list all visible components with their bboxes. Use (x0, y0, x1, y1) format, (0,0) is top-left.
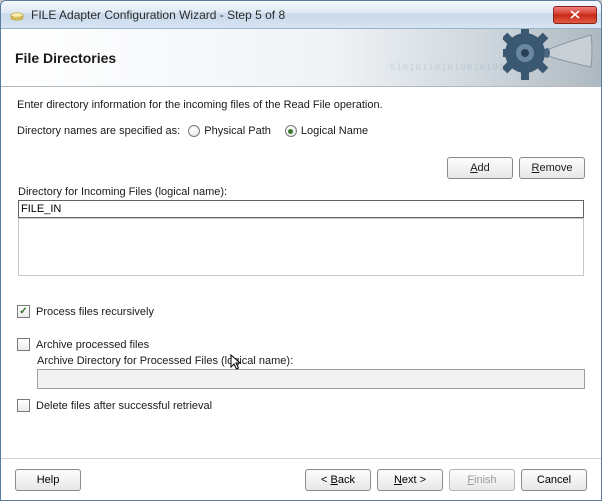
intro-text: Enter directory information for the inco… (17, 99, 585, 111)
titlebar: FILE Adapter Configuration Wizard - Step… (1, 1, 601, 29)
checkbox-icon (17, 338, 30, 351)
checkbox-icon (17, 399, 30, 412)
archive-checkbox-row[interactable]: Archive processed files (17, 338, 585, 351)
radio-icon (188, 125, 200, 137)
recursive-checkbox-row[interactable]: Process files recursively (17, 305, 585, 318)
add-button[interactable]: Add (447, 157, 513, 179)
content-area: Enter directory information for the inco… (1, 87, 601, 458)
wizard-window: FILE Adapter Configuration Wizard - Step… (0, 0, 602, 501)
archive-group: Archive processed files Archive Director… (17, 338, 585, 389)
wizard-footer: Help < Back Next > Finish Cancel (1, 458, 601, 500)
archive-dir-input (37, 369, 585, 389)
incoming-dir-input[interactable] (18, 200, 584, 218)
help-button[interactable]: Help (15, 469, 81, 491)
path-type-radio-group: Physical Path Logical Name (188, 125, 368, 137)
next-button[interactable]: Next > (377, 469, 443, 491)
directory-list-area[interactable] (18, 218, 584, 276)
incoming-directory-block: Directory for Incoming Files (logical na… (17, 185, 585, 277)
archive-dir-label: Archive Directory for Processed Files (l… (37, 355, 585, 367)
incoming-dir-label: Directory for Incoming Files (logical na… (18, 186, 584, 198)
checkbox-icon (17, 305, 30, 318)
window-title: FILE Adapter Configuration Wizard - Step… (31, 8, 553, 22)
close-icon (570, 10, 580, 19)
recursive-label: Process files recursively (36, 306, 154, 318)
spec-label: Directory names are specified as: (17, 125, 180, 137)
gear-icon (503, 29, 593, 87)
archive-sub: Archive Directory for Processed Files (l… (37, 355, 585, 389)
app-icon (9, 7, 25, 23)
radio-logical-name[interactable]: Logical Name (285, 125, 368, 137)
finish-button: Finish (449, 469, 515, 491)
header-panel: File Directories 0101011010100101010101 (1, 29, 601, 87)
cancel-button[interactable]: Cancel (521, 469, 587, 491)
close-button[interactable] (553, 6, 597, 24)
radio-label: Logical Name (301, 125, 368, 137)
page-title: File Directories (15, 50, 116, 66)
archive-label: Archive processed files (36, 339, 149, 351)
radio-physical-path[interactable]: Physical Path (188, 125, 271, 137)
directory-buttons: Add Remove (17, 157, 585, 179)
delete-checkbox-row[interactable]: Delete files after successful retrieval (17, 399, 585, 412)
delete-label: Delete files after successful retrieval (36, 400, 212, 412)
back-button[interactable]: < Back (305, 469, 371, 491)
radio-icon (285, 125, 297, 137)
directory-spec-row: Directory names are specified as: Physic… (17, 125, 585, 137)
remove-button[interactable]: Remove (519, 157, 585, 179)
radio-label: Physical Path (204, 125, 271, 137)
